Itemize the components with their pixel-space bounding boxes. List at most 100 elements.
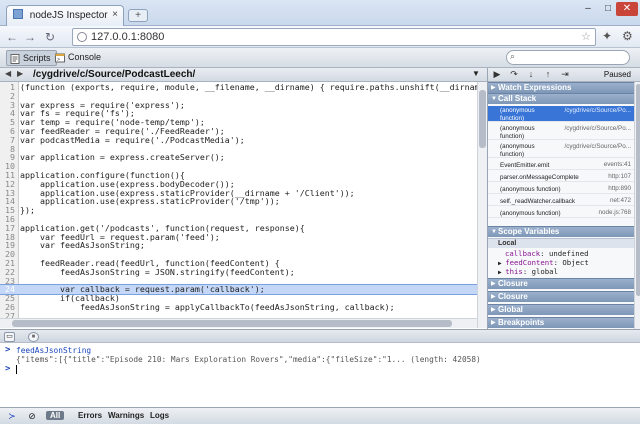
console-output[interactable]: > feedAsJsonString {"items":[{"title":"E… xyxy=(0,343,640,407)
step-out-icon[interactable]: ↑ xyxy=(542,69,554,81)
call-frame-location[interactable]: node.js:768 xyxy=(598,209,631,217)
collapsed-triangle-icon: ▶ xyxy=(491,281,496,287)
clear-console-icon[interactable]: ⊘ xyxy=(26,410,38,422)
step-over-icon[interactable]: ↷ xyxy=(508,69,520,81)
back-arrow-icon[interactable]: ← xyxy=(4,29,20,45)
filter-errors[interactable]: Errors xyxy=(78,411,102,420)
extension-icon[interactable]: ✦ xyxy=(602,29,612,43)
tab-close-icon[interactable]: × xyxy=(112,9,118,20)
script-file-select[interactable]: /cygdrive/c/Source/PodcastLeech/ xyxy=(33,69,195,80)
console-input[interactable] xyxy=(16,365,20,374)
scope-local-header[interactable]: Local xyxy=(488,238,634,248)
pause-on-exceptions-icon[interactable]: ⏸ xyxy=(28,332,39,342)
sidebar-scroll-thumb[interactable] xyxy=(636,84,640,296)
scope-global-header[interactable]: ▶ Global xyxy=(488,304,634,315)
code-vscroll-thumb[interactable] xyxy=(479,90,486,148)
call-frame[interactable]: EventEmitter.emit events:41 xyxy=(488,160,634,170)
code-hscroll-thumb[interactable] xyxy=(12,320,452,327)
call-frame[interactable]: self._readWatcher.callback net:472 xyxy=(488,196,634,206)
command-prompt-glyph: > xyxy=(5,345,11,355)
console-result[interactable]: {"items":[{"title":"Episode 210: Mars Ex… xyxy=(16,355,481,364)
call-frame[interactable]: (anonymous function) node.js:768 xyxy=(488,208,634,218)
minimize-button[interactable]: – xyxy=(578,2,598,16)
dock-icon[interactable]: ▭ xyxy=(4,332,15,342)
scope-variable-name: this xyxy=(505,267,523,276)
deactivate-breakpoints-icon[interactable]: ⇥ xyxy=(559,69,571,81)
maximize-button[interactable]: □ xyxy=(598,2,618,16)
bookmark-star-icon[interactable]: ☆ xyxy=(581,30,591,43)
scope-variables-label: Scope Variables xyxy=(498,227,560,236)
code-horizontal-scrollbar[interactable] xyxy=(0,318,477,328)
call-stack-header[interactable]: ▼ Call Stack xyxy=(488,93,634,104)
scope-variable[interactable]: ▶ this: global xyxy=(498,268,558,277)
tab-scripts[interactable]: Scripts xyxy=(6,50,57,66)
address-url: 127.0.0.1:8080 xyxy=(91,31,165,43)
filter-all[interactable]: All xyxy=(46,411,65,420)
call-frame[interactable]: (anonymous function) http:890 xyxy=(488,184,634,194)
new-tab-button[interactable]: + xyxy=(128,9,148,22)
call-frame-function: EventEmitter.emit xyxy=(500,161,550,169)
filter-warnings[interactable]: Warnings xyxy=(108,411,144,420)
closure-label: Closure xyxy=(498,292,528,301)
call-frame[interactable]: parser.onMessageComplete http:107 xyxy=(488,172,634,182)
watch-expressions-label: Watch Expressions xyxy=(498,83,572,92)
console-icon: > xyxy=(55,53,65,63)
global-label: Global xyxy=(498,305,523,314)
call-frame[interactable]: (anonymous function) /cygdrive/c/Source/P… xyxy=(488,124,634,140)
code-text: application.use(express.staticProvider('… xyxy=(20,196,280,207)
watch-expressions-header[interactable]: ▶ Watch Expressions xyxy=(488,82,634,93)
reload-icon[interactable]: ↻ xyxy=(42,29,58,45)
browser-tab[interactable]: nodeJS Inspector × xyxy=(6,5,124,26)
filter-logs[interactable]: Logs xyxy=(150,411,169,420)
code-line: 7 var podcastMedia = require('./PodcastMe… xyxy=(0,134,477,145)
scope-variable-value: Object xyxy=(562,258,589,267)
scope-closure-header-2[interactable]: ▶ Closure xyxy=(488,291,634,302)
code-line: 15}); xyxy=(0,206,477,215)
tab-console[interactable]: > Console xyxy=(52,50,106,66)
scope-closure-header-1[interactable]: ▶ Closure xyxy=(488,278,634,289)
code-line: 22 feedAsJsonString = JSON.stringify(fee… xyxy=(0,267,477,277)
call-frame-location[interactable]: /cygdrive/c/Source/Po... xyxy=(565,107,632,115)
step-into-icon[interactable]: ↓ xyxy=(525,69,537,81)
search-icon: ⌕ xyxy=(510,51,516,61)
devtools-search-input[interactable] xyxy=(506,50,630,65)
call-frame-location[interactable]: /cygdrive/c/Source/Po... xyxy=(565,125,632,133)
file-dropdown-icon[interactable]: ▼ xyxy=(472,69,480,78)
forward-script-icon[interactable]: ▶ xyxy=(17,69,23,78)
wrench-icon[interactable]: ⚙ xyxy=(622,29,633,43)
scope-variable-value: global xyxy=(531,267,558,276)
browser-titlebar: nodeJS Inspector × + – □ ✕ xyxy=(0,0,640,26)
code-vertical-scrollbar[interactable] xyxy=(477,82,487,328)
call-frame-location[interactable]: events:41 xyxy=(604,161,631,169)
scope-variables-header[interactable]: ▼ Scope Variables xyxy=(488,226,634,237)
call-frame-function: (anonymous function) xyxy=(500,125,535,140)
breakpoints-header[interactable]: ▶ Breakpoints xyxy=(488,317,634,328)
collapsed-triangle-icon: ▶ xyxy=(491,320,496,326)
console-drawer-bar: ▭ ⏸ xyxy=(0,329,640,343)
window-close-button[interactable]: ✕ xyxy=(616,2,638,16)
code-text: var podcastMedia = require('./PodcastMed… xyxy=(20,134,245,145)
forward-arrow-icon[interactable]: → xyxy=(22,29,38,45)
tab-title: nodeJS Inspector xyxy=(29,10,108,21)
call-stack-label: Call Stack xyxy=(498,94,537,103)
pause-resume-icon[interactable]: ▶ xyxy=(491,69,503,81)
sidebar-scrollbar[interactable] xyxy=(634,82,640,329)
call-frame-location[interactable]: http:890 xyxy=(608,185,631,193)
call-frame-location[interactable]: net:472 xyxy=(610,197,631,205)
scope-variable-name: callback xyxy=(505,249,541,258)
call-frame[interactable]: (anonymous function) /cygdrive/c/Source/P… xyxy=(488,106,634,122)
back-script-icon[interactable]: ◀ xyxy=(5,69,11,78)
scope-variable[interactable]: callback: undefined xyxy=(505,250,589,258)
debugger-controls: ▶ ↷ ↓ ↑ ⇥ Paused xyxy=(488,68,640,82)
show-console-icon[interactable]: ≻ xyxy=(6,410,18,422)
input-prompt-glyph: > xyxy=(5,364,11,374)
call-frame-location[interactable]: /cygdrive/c/Source/Po... xyxy=(565,143,632,151)
address-bar[interactable]: 127.0.0.1:8080 ☆ xyxy=(72,28,596,46)
tab-console-label: Console xyxy=(68,52,102,62)
code-line: 26 feedAsJsonString = applyCallbackTo(fe… xyxy=(0,303,477,312)
source-code-view[interactable]: 1 (function (exports, require, module, __… xyxy=(0,82,477,328)
scope-variable-name: feedContent xyxy=(505,258,554,267)
call-frame-location[interactable]: http:107 xyxy=(608,173,631,181)
call-frame[interactable]: (anonymous function) /cygdrive/c/Source/P… xyxy=(488,142,634,158)
call-frame-function: (anonymous function) xyxy=(500,143,535,158)
